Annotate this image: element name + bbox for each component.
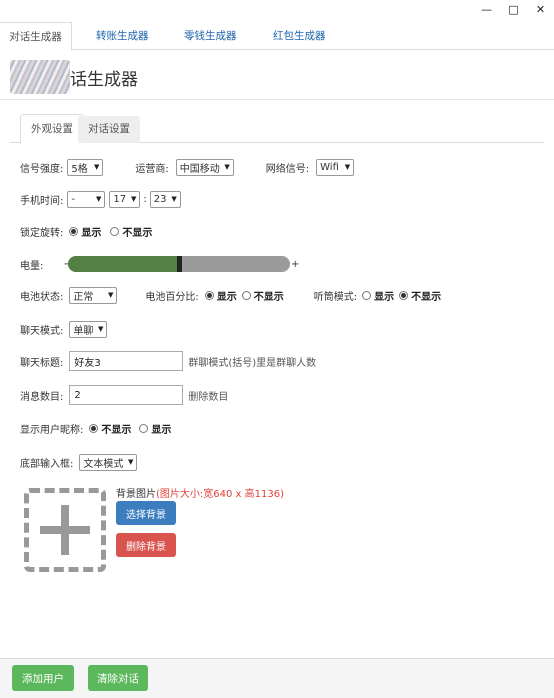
time-row: 手机时间: - ▼ 17 ▼ : 23 ▼ [20, 189, 181, 209]
battery-plus-button[interactable]: + [291, 259, 299, 270]
maximize-icon[interactable]: □ [500, 0, 527, 18]
rotation-show-radio[interactable]: 显示 [69, 224, 101, 239]
battery-percent-hide-radio[interactable]: 不显示 [241, 288, 284, 303]
app-logo [10, 60, 70, 94]
background-size-hint: (图片大小:宽640 x 高1136) [156, 489, 284, 500]
clear-dialog-button[interactable]: 清除对话 [88, 665, 148, 691]
input-bar-select[interactable]: 文本模式 ▼ [79, 453, 138, 471]
msg-count-label: 消息数目: [20, 391, 64, 403]
input-bar-label: 底部输入框: [20, 458, 74, 470]
chevron-down-icon: ▼ [93, 163, 100, 171]
chat-title-label: 聊天标题: [20, 357, 64, 369]
chat-mode-label: 聊天模式: [20, 325, 64, 337]
network-select[interactable]: Wifi ▼ [316, 158, 355, 176]
chat-title-row: 聊天标题: 好友3 群聊模式(括号)里是群聊人数 [20, 351, 316, 371]
carrier-label: 运营商: [135, 163, 169, 175]
status-bar-row: 信号强度: 5格 ▼ 运营商: 中国移动 ▼ 网络信号: Wifi ▼ [20, 157, 355, 177]
battery-state-select[interactable]: 正常 ▼ [69, 286, 118, 304]
msg-count-input[interactable]: 2 [69, 385, 184, 405]
hour-select[interactable]: 17 ▼ [109, 190, 141, 208]
top-tab-bar: 对话生成器 转账生成器 零钱生成器 红包生成器 [0, 22, 554, 51]
tab-change-generator[interactable]: 零钱生成器 [184, 22, 237, 50]
minimize-icon[interactable]: — [473, 0, 500, 18]
nickname-show-radio[interactable]: 显示 [139, 421, 171, 436]
rotation-row: 锁定旋转: 显示 不显示 [20, 221, 152, 241]
chat-mode-select[interactable]: 单聊 ▼ [69, 320, 108, 338]
footer-bar [0, 658, 554, 698]
msg-count-hint: 删除数目 [188, 391, 229, 403]
chat-mode-row: 聊天模式: 单聊 ▼ [20, 319, 108, 339]
battery-row: 电量: − [20, 254, 72, 274]
earpiece-hide-radio[interactable]: 不显示 [399, 288, 441, 303]
add-user-button[interactable]: 添加用户 [12, 665, 74, 691]
carrier-select[interactable]: 中国移动 ▼ [175, 158, 234, 176]
time-separator: : [143, 193, 147, 205]
chevron-down-icon: ▼ [344, 163, 351, 171]
tab-dialog-generator[interactable]: 对话生成器 [0, 22, 72, 51]
battery-slider-fill [68, 256, 179, 272]
chevron-down-icon: ▼ [127, 458, 134, 466]
earpiece-show-radio[interactable]: 显示 [362, 288, 394, 303]
tab-dialog-settings[interactable]: 对话设置 [78, 116, 140, 143]
minute-select[interactable]: 23 ▼ [149, 190, 181, 208]
chat-title-hint: 群聊模式(括号)里是群聊人数 [188, 357, 317, 369]
chevron-down-icon: ▼ [130, 195, 137, 203]
chevron-down-icon: ▼ [107, 291, 114, 299]
signal-label: 信号强度: [20, 163, 64, 175]
msg-count-row: 消息数目: 2 删除数目 [20, 385, 228, 405]
earpiece-label: 听筒模式: [313, 291, 358, 303]
chevron-down-icon: ▼ [97, 325, 104, 333]
chat-title-input[interactable]: 好友3 [69, 351, 184, 371]
close-icon[interactable]: ✕ [527, 0, 554, 18]
app-header: 话生成器 [0, 50, 554, 100]
rotation-hide-radio[interactable]: 不显示 [110, 224, 152, 239]
chevron-down-icon: ▼ [171, 195, 177, 203]
battery-plus-wrap: + [291, 254, 299, 274]
battery-slider-handle[interactable] [177, 256, 182, 272]
time-label: 手机时间: [20, 195, 64, 207]
nickname-row: 显示用户昵称: 不显示 显示 [20, 418, 171, 438]
tab-transfer-generator[interactable]: 转账生成器 [96, 22, 149, 50]
battery-label: 电量: [20, 260, 44, 272]
battery-state-row: 电池状态: 正常 ▼ 电池百分比: 显示 不显示 听筒模式: 显示 不显示 [20, 285, 441, 305]
delete-background-button[interactable]: 删除背景 [116, 533, 176, 557]
tab-redpacket-generator[interactable]: 红包生成器 [273, 22, 326, 50]
page-title: 话生成器 [70, 70, 138, 90]
chevron-down-icon: ▼ [224, 163, 230, 171]
signal-select[interactable]: 5格 ▼ [67, 158, 104, 176]
window-controls: — □ ✕ [473, 0, 554, 18]
background-image-upload[interactable] [24, 488, 106, 572]
background-label: 背景图片(图片大小:宽640 x 高1136) [116, 489, 284, 500]
battery-percent-label: 电池百分比: [145, 291, 199, 303]
battery-percent-show-radio[interactable]: 显示 [204, 288, 237, 303]
ampm-select[interactable]: - ▼ [67, 190, 106, 208]
chevron-down-icon: ▼ [95, 195, 102, 203]
input-bar-row: 底部输入框: 文本模式 ▼ [20, 452, 138, 472]
nickname-hide-radio[interactable]: 不显示 [89, 421, 131, 436]
network-label: 网络信号: [265, 163, 310, 175]
battery-state-label: 电池状态: [20, 291, 64, 303]
select-background-button[interactable]: 选择背景 [116, 501, 176, 525]
settings-tab-bar: 外观设置 对话设置 [10, 114, 544, 144]
rotation-label: 锁定旋转: [20, 227, 64, 239]
battery-slider[interactable] [68, 256, 290, 272]
tab-appearance-settings[interactable]: 外观设置 [20, 114, 84, 144]
nickname-label: 显示用户昵称: [20, 424, 84, 436]
